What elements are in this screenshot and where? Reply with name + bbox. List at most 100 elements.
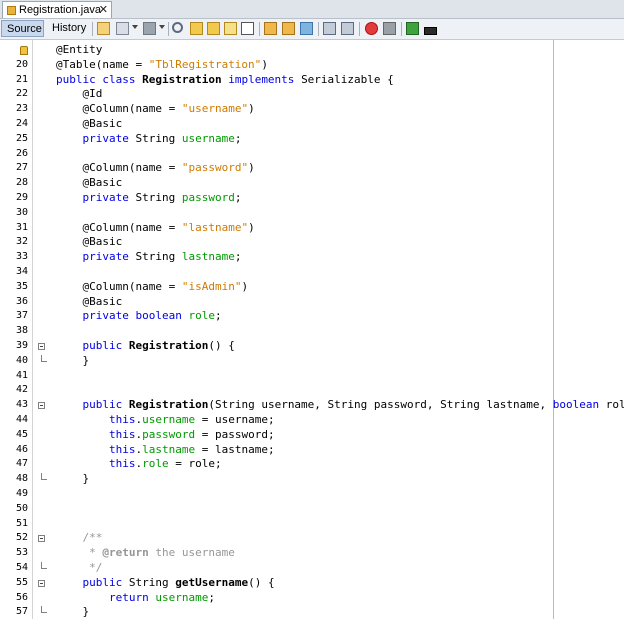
tab-registration-java[interactable]: Registration.java ✕	[2, 1, 112, 18]
code-token: private	[56, 250, 136, 264]
history-back-icon[interactable]	[116, 22, 129, 35]
code-line: @Column(name = "password")	[56, 161, 255, 176]
code-token: lastname	[142, 442, 196, 456]
debug-icon[interactable]	[424, 27, 437, 35]
line-number: 21	[15, 73, 28, 85]
code-token: Registration	[128, 398, 209, 412]
line-number: 42	[15, 384, 28, 396]
shift-right-icon[interactable]	[341, 22, 354, 35]
chevron-down-icon[interactable]	[132, 25, 138, 29]
code-token: /**	[56, 531, 103, 545]
line-number: 26	[15, 147, 28, 159]
code-token: }	[56, 353, 90, 367]
stop-macro-icon[interactable]	[383, 22, 396, 35]
code-token: )	[248, 102, 255, 116]
code-token: ;	[234, 131, 242, 145]
code-line: public Registration(String username, Str…	[56, 398, 624, 413]
code-token: lastname	[181, 250, 235, 264]
code-token: @return	[102, 546, 149, 560]
code-line: @Id	[56, 87, 102, 102]
code-line: @Entity	[56, 43, 102, 58]
code-token: private boolean	[56, 309, 189, 323]
code-token: = password;	[195, 427, 275, 441]
code-token: String	[135, 250, 182, 264]
chevron-down-icon[interactable]	[159, 25, 165, 29]
code-token: private	[56, 191, 136, 204]
history-forward-icon[interactable]	[143, 22, 156, 35]
fold-end-marker	[41, 354, 47, 362]
code-token: String	[135, 191, 182, 204]
code-token: @Entity	[56, 43, 103, 56]
close-icon[interactable]: ✕	[99, 2, 108, 18]
code-token: role	[188, 309, 215, 323]
code-token: this	[56, 413, 136, 426]
line-number: 41	[15, 369, 28, 381]
code-token: username	[181, 131, 235, 145]
next-bookmark-icon[interactable]	[282, 22, 295, 35]
line-number: 28	[15, 177, 28, 189]
code-token: ;	[208, 590, 215, 604]
line-number: 23	[15, 103, 28, 115]
code-token: )	[248, 161, 255, 175]
code-line: @Basic	[56, 176, 122, 191]
previous-bookmark-icon[interactable]	[264, 22, 277, 35]
code-token: ;	[234, 250, 242, 264]
last-edit-icon[interactable]	[97, 22, 110, 35]
start-macro-icon[interactable]	[365, 22, 378, 35]
history-button[interactable]: History	[47, 20, 89, 37]
code-line: /**	[56, 531, 102, 546]
run-icon[interactable]	[406, 22, 419, 35]
toggle-highlight-icon[interactable]	[224, 22, 237, 35]
tab-title: Registration.java	[19, 4, 101, 16]
code-token: username	[142, 413, 196, 426]
line-number: 44	[15, 414, 28, 425]
code-line: private boolean role;	[56, 309, 222, 324]
code-token: this	[56, 457, 136, 471]
code-token: String	[128, 575, 176, 589]
code-token: public	[56, 339, 129, 352]
code-token: "password"	[181, 161, 249, 175]
line-number: 51	[15, 517, 28, 529]
line-number: 45	[15, 428, 28, 440]
code-token: the username	[148, 546, 235, 560]
fold-toggle-icon[interactable]	[38, 343, 45, 350]
code-token: public class	[56, 72, 143, 86]
code-line: return username;	[56, 591, 215, 606]
line-number: 53	[15, 547, 28, 559]
find-next-icon[interactable]	[207, 22, 220, 35]
code-token: "isAdmin"	[181, 279, 242, 293]
code-token: String	[135, 131, 182, 145]
fold-toggle-icon[interactable]	[38, 402, 45, 410]
line-number: 47	[15, 458, 28, 470]
code-token: (String username, String password, Strin…	[208, 398, 553, 412]
toggle-bookmark-icon[interactable]	[300, 22, 313, 35]
code-token: @Column(name =	[56, 279, 182, 293]
code-token: */	[56, 561, 103, 574]
line-number: 24	[15, 118, 28, 129]
find-previous-icon[interactable]	[190, 22, 203, 35]
line-number: 54	[15, 562, 28, 573]
code-token: *	[56, 546, 103, 560]
fold-toggle-icon[interactable]	[38, 579, 45, 587]
toggle-rect-select-icon[interactable]	[241, 22, 254, 35]
code-token: "username"	[181, 102, 249, 116]
toolbar-separator	[359, 22, 360, 36]
source-button[interactable]: Source	[1, 20, 44, 37]
code-line: this.password = password;	[56, 428, 275, 443]
line-number: 34	[15, 266, 28, 277]
line-number-gutter: 20 21 22 23 24 25 26 27 28 29 30 31 32 33 34 35 36 37 38 39…	[0, 40, 33, 619]
code-line: this.role = role;	[56, 457, 222, 472]
line-number: 56	[15, 591, 28, 603]
code-token: Serializable {	[301, 72, 394, 86]
code-token: password	[181, 191, 235, 204]
shift-left-icon[interactable]	[323, 22, 336, 35]
code-line: public class Registration implements Ser…	[56, 73, 394, 88]
fold-toggle-icon[interactable]	[38, 535, 45, 543]
code-line: @Basic	[56, 117, 122, 132]
toolbar-separator	[318, 22, 319, 36]
code-token: ;	[234, 191, 242, 204]
code-token: ;	[214, 309, 222, 323]
code-token: public	[56, 575, 129, 589]
search-icon[interactable]	[172, 22, 183, 33]
toolbar-separator	[168, 22, 169, 36]
